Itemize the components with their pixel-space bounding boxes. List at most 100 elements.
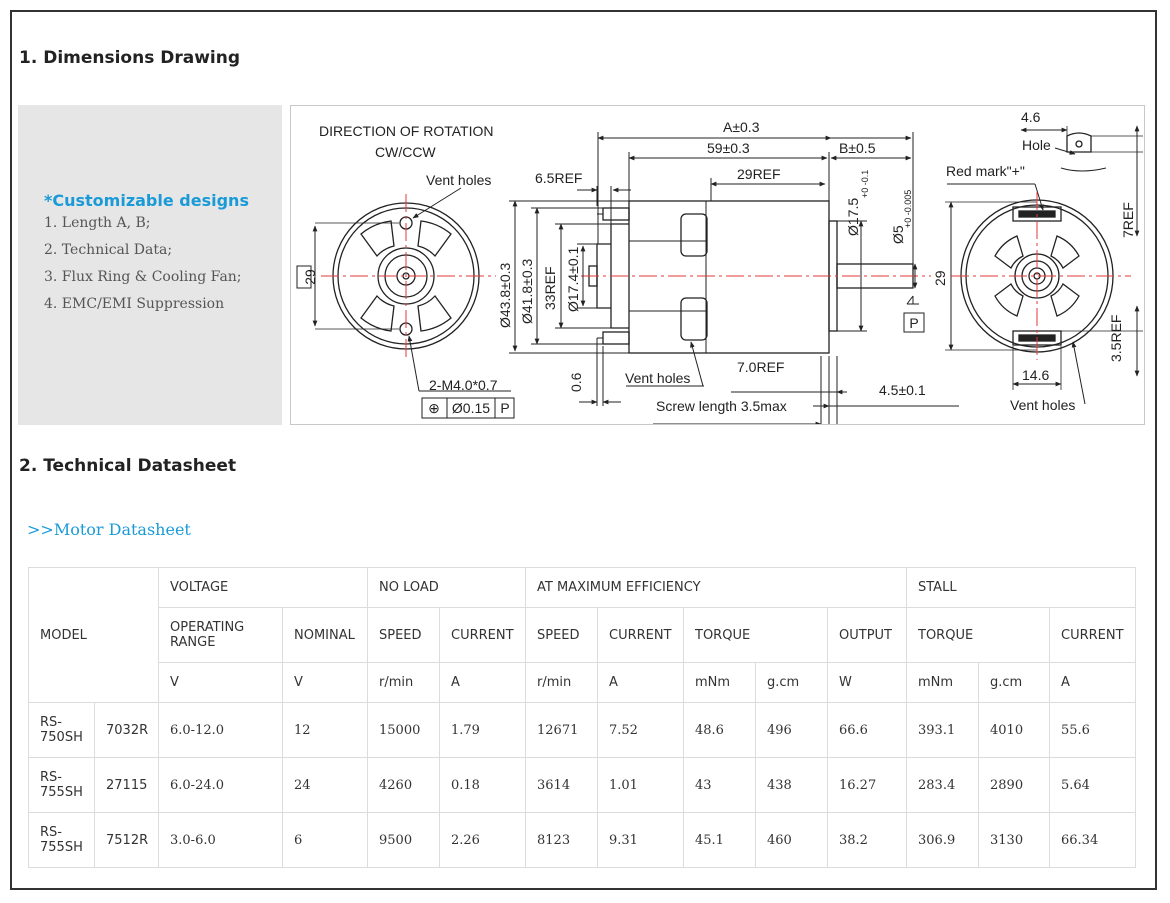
unit-cell: mNm [906, 662, 979, 703]
customizable-title: *Customizable designs [44, 191, 249, 210]
header-output: OUTPUT [827, 607, 907, 663]
data-cell: 24 [282, 757, 368, 813]
header-operating-range: OPERATING RANGE [158, 607, 283, 663]
unit-cell: g.cm [978, 662, 1050, 703]
unit-cell: V [282, 662, 368, 703]
vent-holes-right-label: Vent holes [1010, 397, 1075, 413]
header-current: CURRENT [439, 607, 526, 663]
data-cell: 66.6 [827, 702, 907, 758]
data-cell: 9500 [367, 812, 440, 868]
data-cell: 496 [755, 702, 828, 758]
dim-41-8: Ø41.8±0.3 [519, 259, 535, 324]
data-cell: 3.0-6.0 [158, 812, 283, 868]
header-speed: SPEED [525, 607, 598, 663]
dim-17-5-tol: +0 -0.1 [860, 170, 870, 198]
dimensions-drawing: DIRECTION OF ROTATION CW/CCW Vent holes … [290, 105, 1145, 425]
content-frame: 1. Dimensions Drawing *Customizable desi… [10, 10, 1157, 890]
dim-29-right: 29 [932, 270, 948, 286]
customizable-list: 1. Length A, B; 2. Technical Data; 3. Fl… [44, 215, 242, 323]
data-cell: 9.31 [597, 812, 684, 868]
unit-cell: A [439, 662, 526, 703]
data-cell: 6 [282, 812, 368, 868]
dim-6-5ref: 6.5REF [535, 170, 582, 186]
header-current: CURRENT [1049, 607, 1136, 663]
data-cell: 393.1 [906, 702, 979, 758]
data-cell: 6.0-24.0 [158, 757, 283, 813]
dim-17-4: Ø17.4±0.1 [565, 247, 581, 312]
header-speed: SPEED [367, 607, 440, 663]
data-cell: 48.6 [683, 702, 756, 758]
list-item: 1. Length A, B; [44, 215, 151, 231]
vent-holes-mid-label: Vent holes [625, 370, 690, 386]
dim-7ref: 7.0REF [737, 359, 784, 375]
unit-cell: mNm [683, 662, 756, 703]
technical-datasheet-table: MODEL VOLTAGE NO LOAD AT MAXIMUM EFFICIE… [28, 567, 1136, 868]
header-stall: STALL [906, 567, 1136, 608]
dim-5-tol: +0 -0.005 [903, 190, 913, 228]
direction-title: DIRECTION OF ROTATION [319, 123, 493, 139]
data-cell: 1.79 [439, 702, 526, 758]
dim-4-6: 4.6 [1021, 109, 1041, 125]
header-current: CURRENT [597, 607, 684, 663]
table-units-row: V V r/min A r/min A mNm g.cm W mNm g.cm … [29, 662, 1136, 703]
dim-29ref: 29REF [737, 166, 781, 182]
data-cell: 66.34 [1049, 812, 1136, 868]
direction-value: CW/CCW [375, 144, 436, 160]
data-cell: 7.52 [597, 702, 684, 758]
table-row: RS-755SH 7512R 3.0-6.0 6 9500 2.26 8123 … [28, 812, 1136, 868]
data-cell: 6.0-12.0 [158, 702, 283, 758]
dim-43-8: Ø43.8±0.3 [497, 263, 513, 328]
data-cell: 283.4 [906, 757, 979, 813]
header-model: MODEL [28, 567, 159, 703]
motor-datasheet-link[interactable]: >>Motor Datasheet [27, 520, 191, 539]
section-title-datasheet: 2. Technical Datasheet [19, 456, 237, 476]
data-cell: 3130 [978, 812, 1050, 868]
mount-holes-label: 2-M4.0*0.7 [429, 377, 498, 393]
data-cell: 43 [683, 757, 756, 813]
tol-symbol: ⊕ [428, 400, 440, 416]
unit-cell: V [158, 662, 283, 703]
unit-cell: A [597, 662, 684, 703]
header-torque: TORQUE [906, 607, 1050, 663]
hole-label: Hole [1022, 137, 1051, 153]
list-item: 2. Technical Data; [44, 242, 173, 258]
dim-59: 59±0.3 [707, 140, 750, 156]
data-cell: 306.9 [906, 812, 979, 868]
data-cell: 0.18 [439, 757, 526, 813]
dim-7ref-right: 7REF [1120, 202, 1136, 238]
data-cell: 460 [755, 812, 828, 868]
dimensions-drawing-svg: DIRECTION OF ROTATION CW/CCW Vent holes … [296, 109, 1143, 424]
model-cell: RS-750SH [28, 702, 95, 758]
model-cell: RS-755SH [28, 812, 95, 868]
unit-cell: A [1049, 662, 1136, 703]
data-cell: 438 [755, 757, 828, 813]
data-cell: 3614 [525, 757, 598, 813]
data-cell: 38.2 [827, 812, 907, 868]
dim-3-5ref: 3.5REF [1108, 315, 1124, 362]
data-cell: 45.1 [683, 812, 756, 868]
unit-cell: g.cm [755, 662, 828, 703]
data-cell: 27115 [94, 757, 159, 813]
datum-p: P [909, 315, 918, 331]
data-cell: 5.64 [1049, 757, 1136, 813]
data-cell: 4010 [978, 702, 1050, 758]
dim-14-6: 14.6 [1022, 367, 1049, 383]
data-cell: 55.6 [1049, 702, 1136, 758]
dim-0-6: 0.6 [568, 372, 584, 392]
header-max-efficiency: AT MAXIMUM EFFICIENCY [525, 567, 907, 608]
data-cell: 7032R [94, 702, 159, 758]
data-cell: 1.01 [597, 757, 684, 813]
dim-b: B±0.5 [839, 140, 876, 156]
unit-cell: r/min [525, 662, 598, 703]
tol-value: Ø0.15 [452, 400, 490, 416]
data-cell: 12 [282, 702, 368, 758]
header-nominal: NOMINAL [282, 607, 368, 663]
dim-29-left: 29 [302, 269, 318, 285]
header-no-load: NO LOAD [367, 567, 526, 608]
dim-17-5: Ø17.5 [845, 198, 861, 236]
data-cell: 16.27 [827, 757, 907, 813]
screw-length: Screw length 3.5max [656, 398, 787, 414]
section-title-dimensions: 1. Dimensions Drawing [19, 48, 241, 68]
data-cell: 7512R [94, 812, 159, 868]
side-view [588, 200, 914, 354]
